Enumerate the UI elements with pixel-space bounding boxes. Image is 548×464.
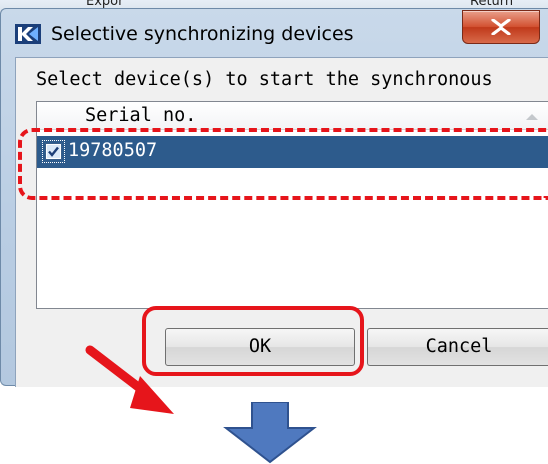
- kestrel-logo-icon: [15, 24, 41, 44]
- red-pointer-arrow-icon: [85, 345, 174, 414]
- close-button[interactable]: [462, 10, 540, 44]
- cancel-button[interactable]: Cancel: [367, 328, 548, 366]
- down-arrow-icon: [223, 402, 317, 464]
- list-header[interactable]: Serial no.: [37, 102, 548, 130]
- dialog-title: Selective synchronizing devices: [51, 23, 354, 45]
- row-highlight-annotation: [18, 128, 548, 200]
- sort-ascending-icon: [526, 114, 538, 120]
- instruction-label: Select device(s) to start the synchronou…: [36, 69, 493, 90]
- dialog-title-bar[interactable]: Selective synchronizing devices: [1, 9, 548, 57]
- close-x-icon: [491, 19, 511, 35]
- serial-column-header[interactable]: Serial no.: [85, 105, 196, 126]
